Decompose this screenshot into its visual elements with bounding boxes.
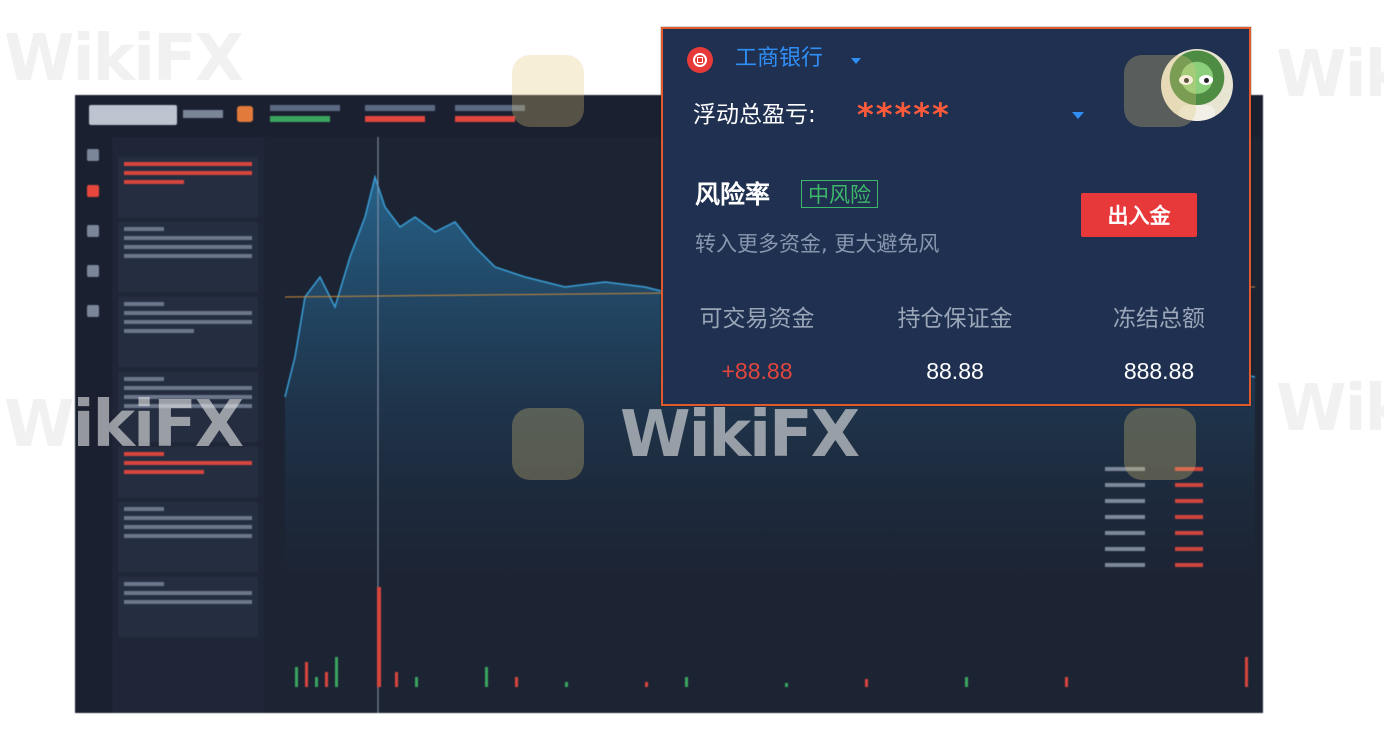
watermark-text: WikiFX (1276, 372, 1384, 446)
sidebar-icon[interactable] (87, 265, 99, 277)
ticker-tab[interactable] (365, 105, 445, 127)
sidebar-icon-active[interactable] (87, 185, 99, 197)
stat-label-margin: 持仓保证金 (897, 306, 1013, 332)
floating-pnl-value: ***** (857, 96, 951, 134)
watermark-badge (1124, 55, 1196, 127)
risk-tip-text: 转入更多资金, 更大避免风 (695, 232, 940, 256)
news-card[interactable] (118, 502, 258, 572)
watermark-badge (512, 55, 584, 127)
sidebar-icon[interactable] (87, 225, 99, 237)
news-card[interactable] (118, 157, 258, 217)
news-card[interactable] (118, 297, 258, 367)
watermark-badge (512, 408, 584, 480)
watermark-text: WikiFX (620, 398, 860, 472)
watermark-text: WikiFX (4, 388, 244, 462)
menu-icon[interactable] (237, 106, 253, 122)
bank-logo-icon (687, 47, 713, 73)
risk-rate-label: 风险率 (695, 180, 771, 209)
floating-pnl-label: 浮动总盈亏: (693, 102, 816, 128)
stat-label-available: 可交易资金 (699, 306, 815, 332)
bank-selector[interactable]: 工商银行 (735, 44, 823, 74)
risk-level-badge: 中风险 (801, 180, 878, 208)
avatar-eye (1199, 75, 1213, 85)
watermark-text: WikiFX (1276, 38, 1384, 112)
watermark-badge (1124, 408, 1196, 480)
stat-value-margin: 88.88 (926, 358, 984, 384)
deposit-withdraw-button[interactable]: 出入金 (1081, 193, 1197, 237)
app-logo (89, 105, 177, 125)
news-card[interactable] (118, 577, 258, 637)
caret-down-icon[interactable] (1072, 112, 1084, 119)
app-logo-sub (183, 110, 223, 118)
stat-label-frozen: 冻结总额 (1113, 306, 1205, 332)
sidebar-icon[interactable] (87, 305, 99, 317)
caret-down-icon[interactable] (851, 58, 861, 64)
stat-value-frozen: 888.88 (1123, 358, 1195, 384)
order-book (1105, 457, 1255, 657)
sidebar-icon[interactable] (87, 149, 99, 161)
watermark-text: WikiFX (4, 22, 244, 96)
ticker-tab[interactable] (270, 105, 350, 127)
news-card[interactable] (118, 222, 258, 292)
stat-value-available: +88.88 (721, 358, 793, 384)
